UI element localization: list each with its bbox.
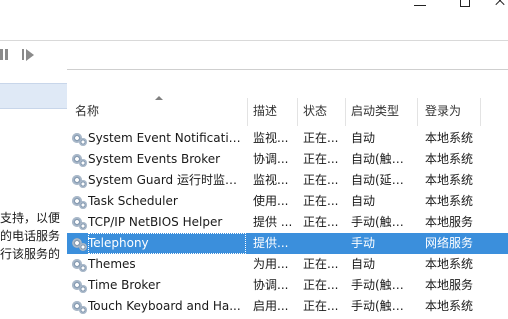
column-header-status[interactable]: 状态 (303, 104, 327, 124)
service-description-cell: 使用... (253, 194, 289, 208)
column-header-startup-type[interactable]: 启动类型 (351, 104, 399, 124)
service-status: 正在... (303, 152, 339, 166)
maximize-icon[interactable] (452, 0, 480, 12)
service-startup-type: 自动 (351, 257, 376, 271)
service-name: TCP/IP NetBIOS Helper (88, 215, 223, 229)
table-row[interactable]: Time Broker 协调... 正在... 手动(触发... 本地服务 (67, 275, 508, 296)
close-icon[interactable] (486, 0, 508, 12)
restart-service-button[interactable] (22, 48, 36, 62)
service-description: 支持，以便 的电话服务 行该服务的 (0, 209, 67, 263)
service-startup-type: 自动 (351, 194, 376, 208)
service-name: System Events Broker (88, 152, 221, 166)
service-log-on-as: 本地服务 (425, 215, 474, 229)
service-name: Time Broker (88, 278, 161, 292)
service-description-cell: 协调... (253, 152, 289, 166)
service-name: System Guard 运行时监视... (88, 173, 246, 187)
service-description-cell: 提供... (253, 236, 289, 250)
column-header-description[interactable]: 描述 (253, 104, 277, 124)
service-startup-type: 手动(触发... (351, 215, 415, 229)
service-status: 正在... (303, 131, 339, 145)
service-gear-icon (72, 299, 88, 315)
column-header-name[interactable]: 名称 (75, 104, 99, 124)
service-status: 正在... (303, 215, 339, 229)
table-row[interactable]: Telephony 提供... 手动 网络服务 (67, 233, 508, 254)
service-startup-type: 自动(触发... (351, 152, 415, 166)
service-gear-icon (72, 131, 88, 147)
table-row[interactable]: Themes 为用... 正在... 自动 本地系统 (67, 254, 508, 275)
service-description-cell: 监视... (253, 173, 289, 187)
service-gear-icon (72, 278, 88, 294)
service-log-on-as: 本地服务 (425, 278, 474, 292)
service-startup-type: 手动(触发... (351, 299, 415, 313)
service-log-on-as: 本地系统 (425, 173, 474, 187)
service-log-on-as: 本地系统 (425, 194, 474, 208)
table-row[interactable]: Touch Keyboard and Ha... 启用... 正在... 手动(触发.… (67, 296, 508, 317)
table-row[interactable]: System Guard 运行时监视... 监视... 正在... 自动(延迟... 本… (67, 170, 508, 191)
pause-service-button[interactable] (0, 48, 10, 62)
toolbar (0, 40, 508, 70)
service-startup-type: 手动(触发... (351, 278, 415, 292)
service-description-cell: 为用... (253, 257, 289, 271)
service-gear-icon (72, 194, 88, 210)
service-status: 正在... (303, 257, 339, 271)
service-log-on-as: 本地系统 (425, 299, 474, 313)
restart-icon (22, 49, 24, 60)
service-status: 正在... (303, 173, 339, 187)
description-line: 支持，以便 (0, 211, 61, 225)
table-row[interactable]: System Events Broker 协调... 正在... 自动(触发... 本地… (67, 149, 508, 170)
service-status: 正在... (303, 299, 339, 313)
service-description-pane: 支持，以便 的电话服务 行该服务的 (0, 69, 67, 319)
service-startup-type: 自动(延迟... (351, 173, 415, 187)
service-description-cell: 提供 ... (253, 215, 293, 229)
service-gear-icon (72, 215, 88, 231)
service-log-on-as: 网络服务 (425, 236, 474, 250)
service-name: System Event Notification... (88, 131, 246, 145)
service-log-on-as: 本地系统 (425, 152, 474, 166)
service-log-on-as: 本地系统 (425, 131, 474, 145)
table-row[interactable]: TCP/IP NetBIOS Helper 提供 ... 正在... 手动(触发...… (67, 212, 508, 233)
service-gear-icon (72, 152, 88, 168)
service-name: Touch Keyboard and Ha... (88, 299, 241, 313)
table-row[interactable]: System Event Notification... 监视... 正在... 自动… (67, 128, 508, 149)
pane-header (0, 83, 67, 109)
service-gear-icon (72, 257, 88, 273)
column-header-log-on-as[interactable]: 登录为 (425, 104, 461, 124)
service-startup-type: 手动 (351, 236, 376, 250)
service-description-cell: 启用... (253, 299, 289, 313)
table-row[interactable]: Task Scheduler 使用... 正在... 自动 本地系统 (67, 191, 508, 212)
service-gear-icon (72, 173, 88, 189)
sort-ascending-icon (155, 96, 163, 100)
service-name: Task Scheduler (88, 194, 178, 208)
description-line: 行该服务的 (0, 247, 61, 261)
description-line: 的电话服务 (0, 229, 61, 243)
column-header-row: 名称 描述 状态 启动类型 登录为 (67, 88, 508, 128)
service-name: Telephony (88, 233, 246, 254)
service-status: 正在... (303, 194, 339, 208)
service-status: 正在... (303, 278, 339, 292)
title-bar (0, 0, 508, 40)
service-name: Themes (88, 257, 136, 271)
service-description-cell: 协调... (253, 278, 289, 292)
service-log-on-as: 本地系统 (425, 257, 474, 271)
service-description-cell: 监视... (253, 131, 289, 145)
services-list: 名称 描述 状态 启动类型 登录为 System Event Notificat… (67, 88, 508, 317)
service-startup-type: 自动 (351, 131, 376, 145)
minimize-icon[interactable] (408, 0, 436, 12)
service-gear-icon (72, 236, 88, 252)
